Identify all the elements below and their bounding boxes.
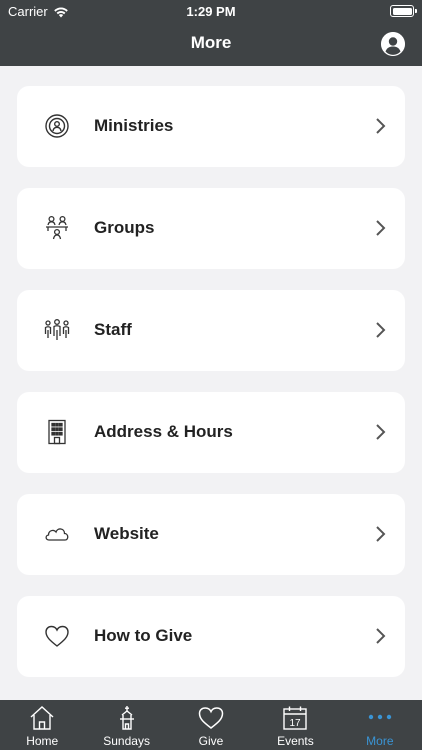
chevron-right-icon xyxy=(376,118,386,134)
chevron-right-icon xyxy=(376,322,386,338)
groups-icon xyxy=(46,215,68,240)
chevron-right-icon xyxy=(376,628,386,644)
menu-item-label: Ministries xyxy=(94,116,174,135)
tab-sundays[interactable]: Sundays xyxy=(84,700,168,750)
staff-icon xyxy=(44,319,70,340)
menu-item-label: Website xyxy=(94,524,159,543)
tab-label: Sundays xyxy=(103,734,150,748)
battery-icon xyxy=(390,5,417,17)
menu-item-ministries[interactable]: Ministries xyxy=(17,86,405,167)
menu-item-address-hours[interactable]: Address & Hours xyxy=(17,392,405,473)
menu-item-label: How to Give xyxy=(94,626,193,645)
tab-more[interactable]: More xyxy=(338,700,422,750)
menu-item-groups[interactable]: Groups xyxy=(17,188,405,269)
heart-icon xyxy=(198,707,224,729)
menu-item-website[interactable]: Website xyxy=(17,494,405,575)
tab-label: Give xyxy=(198,734,224,748)
chevron-right-icon xyxy=(376,526,386,542)
chevron-right-icon xyxy=(376,220,386,236)
chevron-right-icon xyxy=(376,424,386,440)
ministries-icon xyxy=(45,114,69,138)
menu-item-staff[interactable]: Staff xyxy=(17,290,405,371)
more-menu-list: Ministries Groups Staff Address & Hours … xyxy=(17,86,405,698)
tab-give[interactable]: Give xyxy=(169,700,253,750)
profile-icon xyxy=(381,32,405,56)
status-bar: Carrier 1:29 PM xyxy=(0,0,422,22)
heart-icon xyxy=(45,625,69,647)
more-dots-icon xyxy=(368,714,392,720)
church-icon xyxy=(119,706,134,730)
profile-button[interactable] xyxy=(381,32,405,56)
tab-events[interactable]: 17 Events xyxy=(253,700,337,750)
tab-label: Home xyxy=(26,734,59,748)
building-icon xyxy=(48,419,66,445)
cloud-icon xyxy=(45,528,69,541)
menu-item-how-to-give[interactable]: How to Give xyxy=(17,596,405,677)
tab-label: Events xyxy=(277,734,314,748)
calendar-icon: 17 xyxy=(283,706,308,730)
tab-label: More xyxy=(366,734,394,748)
page-title: More xyxy=(190,33,232,52)
tab-bar: Home Sundays Give 17 Events More xyxy=(0,700,422,750)
menu-item-label: Staff xyxy=(94,320,132,339)
navigation-bar: Carrier 1:29 PM More xyxy=(0,0,422,66)
status-time: 1:29 PM xyxy=(186,4,236,19)
menu-item-label: Address & Hours xyxy=(94,422,233,441)
menu-item-label: Groups xyxy=(94,218,155,237)
tab-home[interactable]: Home xyxy=(0,700,84,750)
home-icon xyxy=(30,706,54,730)
calendar-day-number: 17 xyxy=(290,718,302,729)
